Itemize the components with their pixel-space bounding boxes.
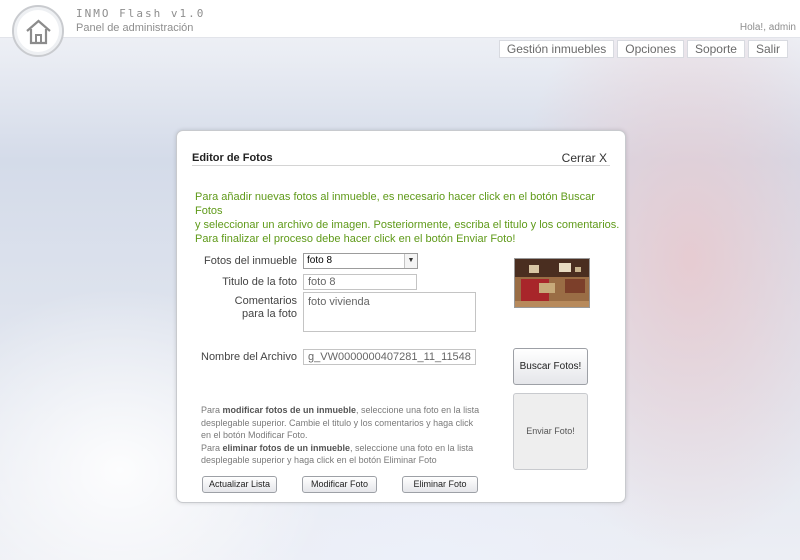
photos-select[interactable]: foto 8 ▼	[303, 253, 418, 269]
comments-label: Comentarios para la foto	[177, 295, 297, 321]
nav-gestion-inmuebles[interactable]: Gestión inmuebles	[498, 40, 615, 58]
help-delete-prefix: Para	[201, 442, 223, 453]
help-delete-bold: eliminar fotos de un inmueble	[222, 442, 351, 453]
panel-header: Editor de Fotos Cerrar X	[192, 151, 610, 166]
home-logo[interactable]	[12, 5, 64, 57]
help-modify-paragraph: Para modificar fotos de un inmueble, sel…	[201, 404, 481, 442]
intro-line: Para añadir nuevas fotos al inmueble, es…	[195, 191, 595, 217]
intro-line: Para finalizar el proceso debe hacer cli…	[195, 233, 516, 245]
intro-line: y seleccionar un archivo de imagen. Post…	[195, 219, 620, 231]
panel-title: Editor de Fotos	[192, 152, 273, 164]
nav-opciones[interactable]: Opciones	[617, 40, 684, 58]
refresh-list-button[interactable]: Actualizar Lista	[202, 476, 277, 493]
title-label: Titulo de la foto	[222, 276, 297, 288]
close-button[interactable]: Cerrar X	[562, 151, 607, 165]
filename-label: Nombre del Archivo	[201, 351, 297, 363]
modify-photo-button[interactable]: Modificar Foto	[302, 476, 377, 493]
comments-label-line: Comentarios	[234, 295, 297, 307]
help-text: Para modificar fotos de un inmueble, sel…	[201, 404, 481, 467]
photo-thumbnail	[514, 258, 590, 308]
intro-text: Para añadir nuevas fotos al inmueble, es…	[195, 190, 625, 246]
app-title: INMO Flash v1.0	[76, 7, 206, 20]
app-subtitle: Panel de administración	[76, 22, 194, 34]
title-input[interactable]: foto 8	[303, 274, 417, 290]
chevron-down-icon[interactable]: ▼	[404, 254, 417, 268]
top-bar: INMO Flash v1.0 Panel de administración …	[0, 0, 800, 57]
photo-editor-panel: Editor de Fotos Cerrar X Para añadir nue…	[176, 130, 626, 503]
search-photos-button[interactable]: Buscar Fotos!	[513, 348, 588, 385]
nav-salir[interactable]: Salir	[747, 40, 788, 58]
comments-textarea[interactable]: foto vivienda	[303, 292, 476, 332]
user-greeting: Hola!, admin	[739, 22, 796, 33]
main-nav: Gestión inmuebles Opciones Soporte Salir	[498, 40, 788, 58]
comments-label-line: para la foto	[241, 308, 297, 320]
help-modify-prefix: Para	[201, 405, 223, 415]
help-delete-paragraph: Para eliminar fotos de un inmueble, sele…	[201, 442, 481, 467]
photos-label: Fotos del inmueble	[204, 255, 297, 267]
filename-input[interactable]: g_VW0000000407281_11_11548	[303, 349, 476, 365]
send-photo-button[interactable]: Enviar Foto!	[513, 393, 588, 470]
delete-photo-button[interactable]: Eliminar Foto	[402, 476, 478, 493]
house-icon	[26, 19, 51, 45]
photos-select-value: foto 8	[307, 255, 333, 266]
nav-soporte[interactable]: Soporte	[686, 40, 745, 58]
help-modify-bold: modificar fotos de un inmueble	[222, 405, 357, 415]
